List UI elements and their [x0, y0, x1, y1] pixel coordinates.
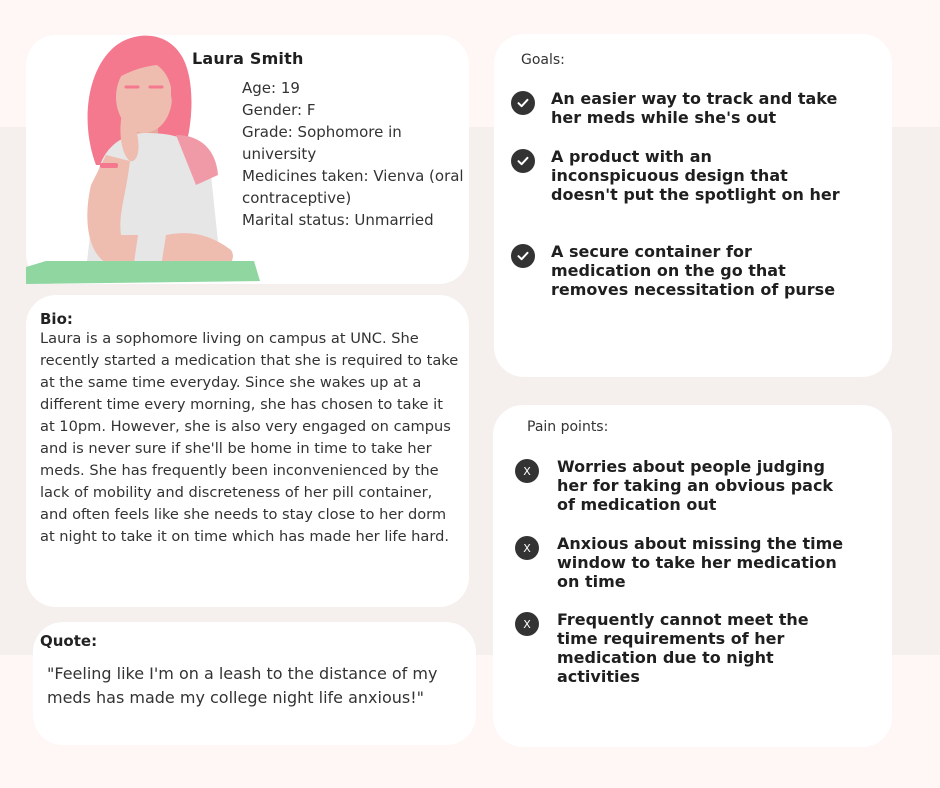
goal-item: An easier way to track and take her meds…	[511, 89, 841, 127]
pain-point-text: Anxious about missing the time window to…	[557, 534, 844, 591]
quote-text: "Feeling like I'm on a leash to the dist…	[47, 664, 438, 707]
x-circle-icon: X	[515, 459, 539, 483]
check-circle-icon	[511, 149, 535, 173]
goals-card: Goals: An easier way to track and take h…	[494, 34, 892, 377]
detail-gender: Gender: F	[242, 101, 316, 119]
goal-item: A product with an inconspicuous design t…	[511, 147, 841, 204]
check-circle-icon	[511, 244, 535, 268]
pain-points-title: Pain points:	[527, 419, 609, 435]
goal-text: An easier way to track and take her meds…	[551, 89, 838, 127]
detail-marital-status: Marital status: Unmarried	[242, 211, 434, 229]
pain-point-item: X Worries about people judging her for t…	[515, 457, 847, 514]
detail-medicines: Medicines taken: Vienva (oral contracept…	[242, 167, 464, 207]
goal-item: A secure container for medication on the…	[511, 242, 841, 299]
bio-label: Bio:	[40, 310, 73, 328]
pain-points-card: Pain points: X Worries about people judg…	[493, 405, 892, 747]
x-circle-icon: X	[515, 536, 539, 560]
x-circle-icon: X	[515, 612, 539, 636]
quote-card: Quote: "Feeling like I'm on a leash to t…	[33, 622, 476, 745]
goal-text: A product with an inconspicuous design t…	[551, 147, 840, 204]
detail-age: Age: 19	[242, 79, 300, 97]
bio-text: Laura is a sophomore living on campus at…	[40, 330, 459, 545]
persona-name: Laura Smith	[192, 49, 304, 68]
quote-label: Quote:	[40, 632, 98, 650]
pain-point-item: X Anxious about missing the time window …	[515, 534, 847, 591]
check-circle-icon	[511, 91, 535, 115]
bio-card: Bio: Laura is a sophomore living on camp…	[26, 295, 469, 607]
detail-grade: Grade: Sophomore in university	[242, 123, 402, 163]
pain-point-item: X Frequently cannot meet the time requir…	[515, 610, 847, 686]
profile-card: Laura Smith Age: 19 Gender: F Grade: Sop…	[26, 35, 469, 284]
pain-point-text: Frequently cannot meet the time requirem…	[557, 610, 809, 686]
pain-point-text: Worries about people judging her for tak…	[557, 457, 834, 514]
goal-text: A secure container for medication on the…	[551, 242, 836, 299]
goals-title: Goals:	[521, 52, 565, 68]
persona-details: Age: 19 Gender: F Grade: Sophomore in un…	[242, 77, 464, 231]
